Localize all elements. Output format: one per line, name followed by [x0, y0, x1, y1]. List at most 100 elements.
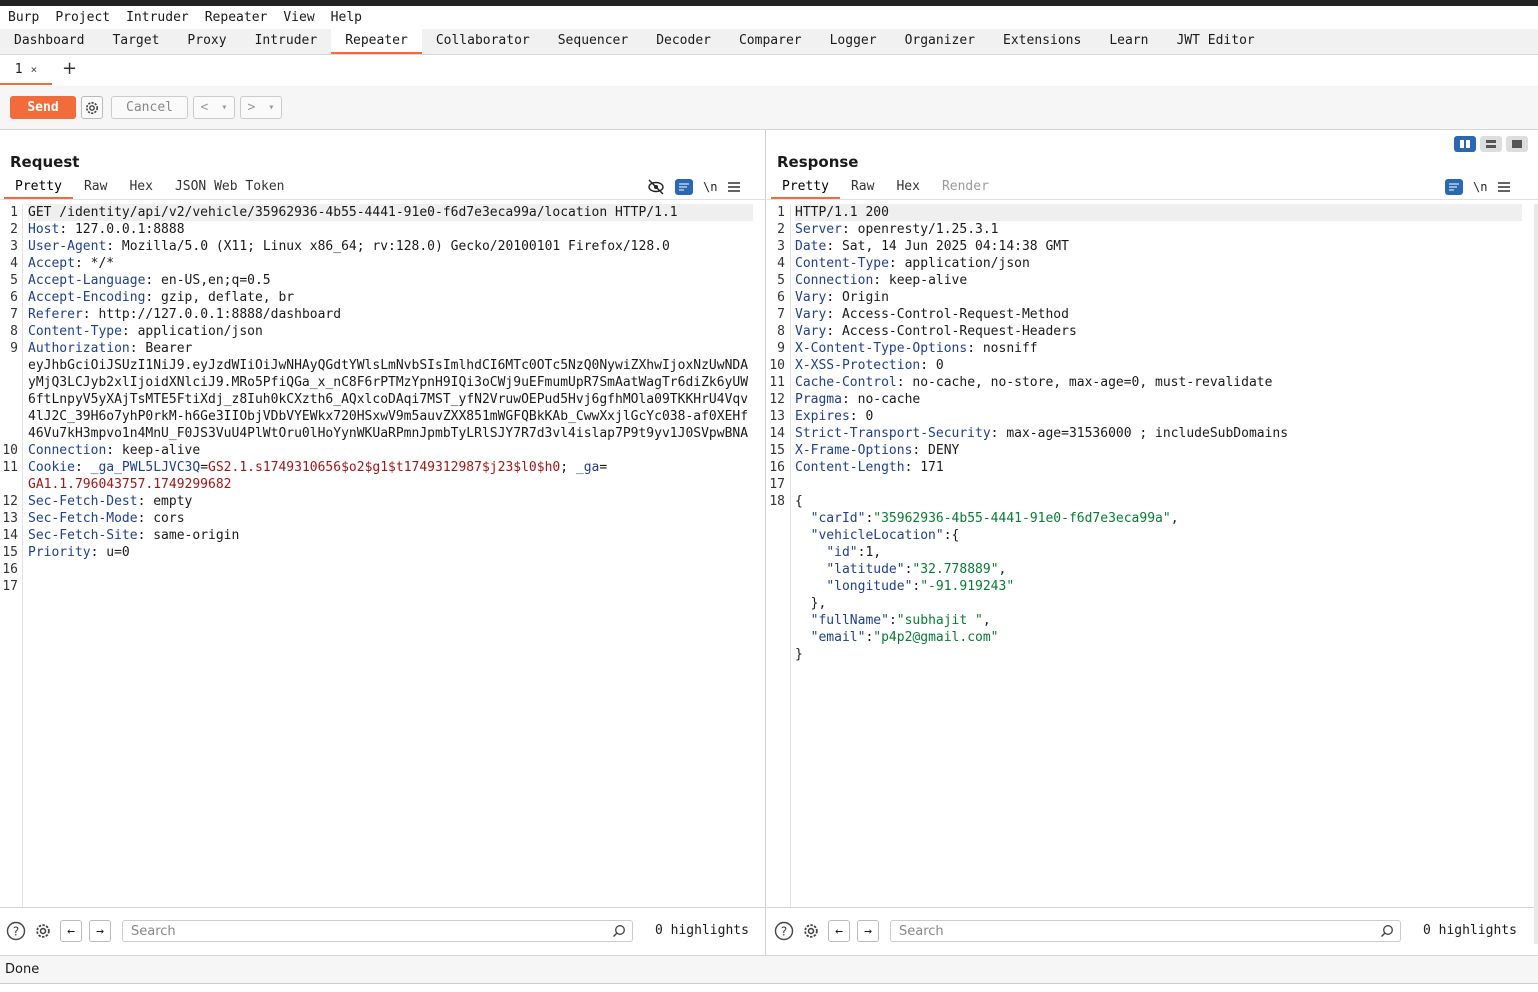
menu-item-burp[interactable]: Burp	[0, 10, 47, 25]
line-number: 5	[777, 273, 785, 288]
line-number: 3	[777, 239, 785, 254]
token-name: X-Frame-Options	[795, 443, 913, 458]
stacked-layout-icon[interactable]	[1480, 136, 1502, 152]
tab-collaborator[interactable]: Collaborator	[422, 29, 544, 54]
chevron-down-icon[interactable]: ▾	[221, 102, 227, 113]
line-text: X-XSS-Protection: 0	[795, 357, 1522, 374]
line-number	[767, 527, 795, 544]
response-title: Response	[777, 153, 859, 171]
gear-icon	[86, 101, 98, 114]
token-name: Authorization	[28, 341, 130, 356]
line-text: Vary: Access-Control-Request-Headers	[795, 323, 1522, 340]
response-search-input[interactable]: Search	[890, 920, 1401, 942]
code-line: 9 Authorization: Bearer eyJhbGciOiJSUzI1N…	[0, 340, 753, 442]
tab-comparer[interactable]: Comparer	[725, 29, 816, 54]
token-text: : Access-Control-Request-Method	[826, 307, 1069, 322]
arrow-right-icon: →	[96, 923, 104, 939]
tab-learn[interactable]: Learn	[1095, 29, 1162, 54]
help-icon[interactable]: ?	[773, 920, 795, 942]
newline-icon[interactable]: \n	[703, 180, 717, 194]
send-button[interactable]: Send	[10, 96, 76, 119]
history-back-button[interactable]: < ▾	[193, 96, 235, 119]
line-text: GET /identity/api/v2/vehicle/35962936-4b…	[28, 204, 753, 221]
tab-proxy[interactable]: Proxy	[173, 29, 240, 54]
token-name: "id"	[826, 545, 858, 560]
menu-item-intruder[interactable]: Intruder	[118, 10, 197, 25]
menu-item-help[interactable]: Help	[323, 10, 370, 25]
menu-icon[interactable]	[727, 181, 741, 193]
next-match-button[interactable]: →	[857, 920, 879, 942]
settings-gear-button[interactable]	[81, 96, 103, 119]
line-number: 8	[10, 324, 18, 339]
token-name: X-XSS-Protection	[795, 358, 921, 373]
chevron-down-icon[interactable]: ▾	[268, 102, 274, 113]
add-tab-icon[interactable]: +	[62, 58, 77, 79]
line-number: 2	[777, 222, 785, 237]
request-view-tab-raw[interactable]: Raw	[73, 177, 118, 199]
tab-target[interactable]: Target	[98, 29, 173, 54]
line-text: Expires: 0	[795, 408, 1522, 425]
code-line: 6 Accept-Encoding: gzip, deflate, br	[0, 289, 753, 306]
previous-match-button[interactable]: ←	[60, 920, 82, 942]
menu-item-view[interactable]: View	[275, 10, 322, 25]
help-icon[interactable]: ?	[5, 920, 27, 942]
line-text: Accept: */*	[28, 255, 753, 272]
response-pane: Response Pretty Raw Hex Render \n 1 HTTP/1.1…	[767, 130, 1538, 955]
tab-decoder[interactable]: Decoder	[642, 29, 725, 54]
response-editor[interactable]: 1 HTTP/1.1 200 2 Server: openresty/1.25.3.1…	[767, 204, 1522, 907]
token-name: Sec-Fetch-Mode	[28, 511, 138, 526]
code-line: 8 Content-Type: application/json	[0, 323, 753, 340]
wrap-lines-icon[interactable]	[1445, 179, 1463, 195]
menu-icon[interactable]	[1497, 181, 1511, 193]
cancel-button[interactable]: Cancel	[111, 96, 188, 119]
code-line: "email":"p4p2@gmail.com"	[767, 629, 1522, 646]
close-icon[interactable]: ×	[31, 63, 38, 76]
gear-icon[interactable]	[800, 920, 822, 942]
code-line: 1 HTTP/1.1 200	[767, 204, 1522, 221]
newline-icon[interactable]: \n	[1473, 180, 1487, 194]
single-layout-icon[interactable]	[1506, 136, 1528, 152]
request-search-input[interactable]: Search	[122, 920, 633, 942]
menu-item-project[interactable]: Project	[47, 10, 118, 25]
menu-item-repeater[interactable]: Repeater	[197, 10, 276, 25]
code-line: 18 {	[767, 493, 1522, 510]
previous-match-button[interactable]: ←	[828, 920, 850, 942]
wrap-lines-icon[interactable]	[675, 179, 693, 195]
token-name: Vary	[795, 307, 827, 322]
tab-intruder[interactable]: Intruder	[241, 29, 332, 54]
line-number: 13	[2, 511, 18, 526]
arrow-left-icon: ←	[835, 923, 843, 939]
line-number: 5	[10, 273, 18, 288]
next-match-button[interactable]: →	[89, 920, 111, 942]
token-text: : keep-alive	[106, 443, 201, 458]
side-by-side-layout-icon[interactable]	[1454, 136, 1476, 152]
response-view-tab-raw[interactable]: Raw	[840, 177, 885, 199]
token-name: _ga	[575, 460, 600, 475]
token-text: : 171	[904, 460, 944, 475]
tab-extensions[interactable]: Extensions	[989, 29, 1095, 54]
request-view-tab-pretty[interactable]: Pretty	[4, 177, 73, 199]
response-view-tab-hex[interactable]: Hex	[885, 177, 930, 199]
tab-jwt-editor[interactable]: JWT Editor	[1162, 29, 1268, 54]
line-number: 11	[769, 375, 785, 390]
response-view-tab-pretty[interactable]: Pretty	[771, 177, 840, 199]
line-number: 1	[10, 205, 18, 220]
tab-organizer[interactable]: Organizer	[891, 29, 989, 54]
request-view-tab-hex[interactable]: Hex	[118, 177, 163, 199]
line-number: 18	[769, 494, 785, 509]
history-forward-button[interactable]: > ▾	[240, 96, 282, 119]
response-scrollbar[interactable]	[1534, 204, 1538, 944]
tab-sequencer[interactable]: Sequencer	[544, 29, 642, 54]
tab-repeater[interactable]: Repeater	[331, 29, 422, 54]
tab-logger[interactable]: Logger	[816, 29, 891, 54]
response-view-tab-render[interactable]: Render	[931, 177, 1000, 199]
hide-icon[interactable]	[647, 179, 665, 195]
request-view-tab-json-web-token[interactable]: JSON Web Token	[164, 177, 296, 199]
code-line: 8 Vary: Access-Control-Request-Headers	[767, 323, 1522, 340]
gear-icon[interactable]	[32, 920, 54, 942]
tab-dashboard[interactable]: Dashboard	[0, 29, 98, 54]
token-name: Content-Length	[795, 460, 905, 475]
repeater-tab-1[interactable]: 1 ×	[0, 55, 52, 85]
request-editor[interactable]: 1 GET /identity/api/v2/vehicle/35962936-4…	[0, 204, 753, 907]
